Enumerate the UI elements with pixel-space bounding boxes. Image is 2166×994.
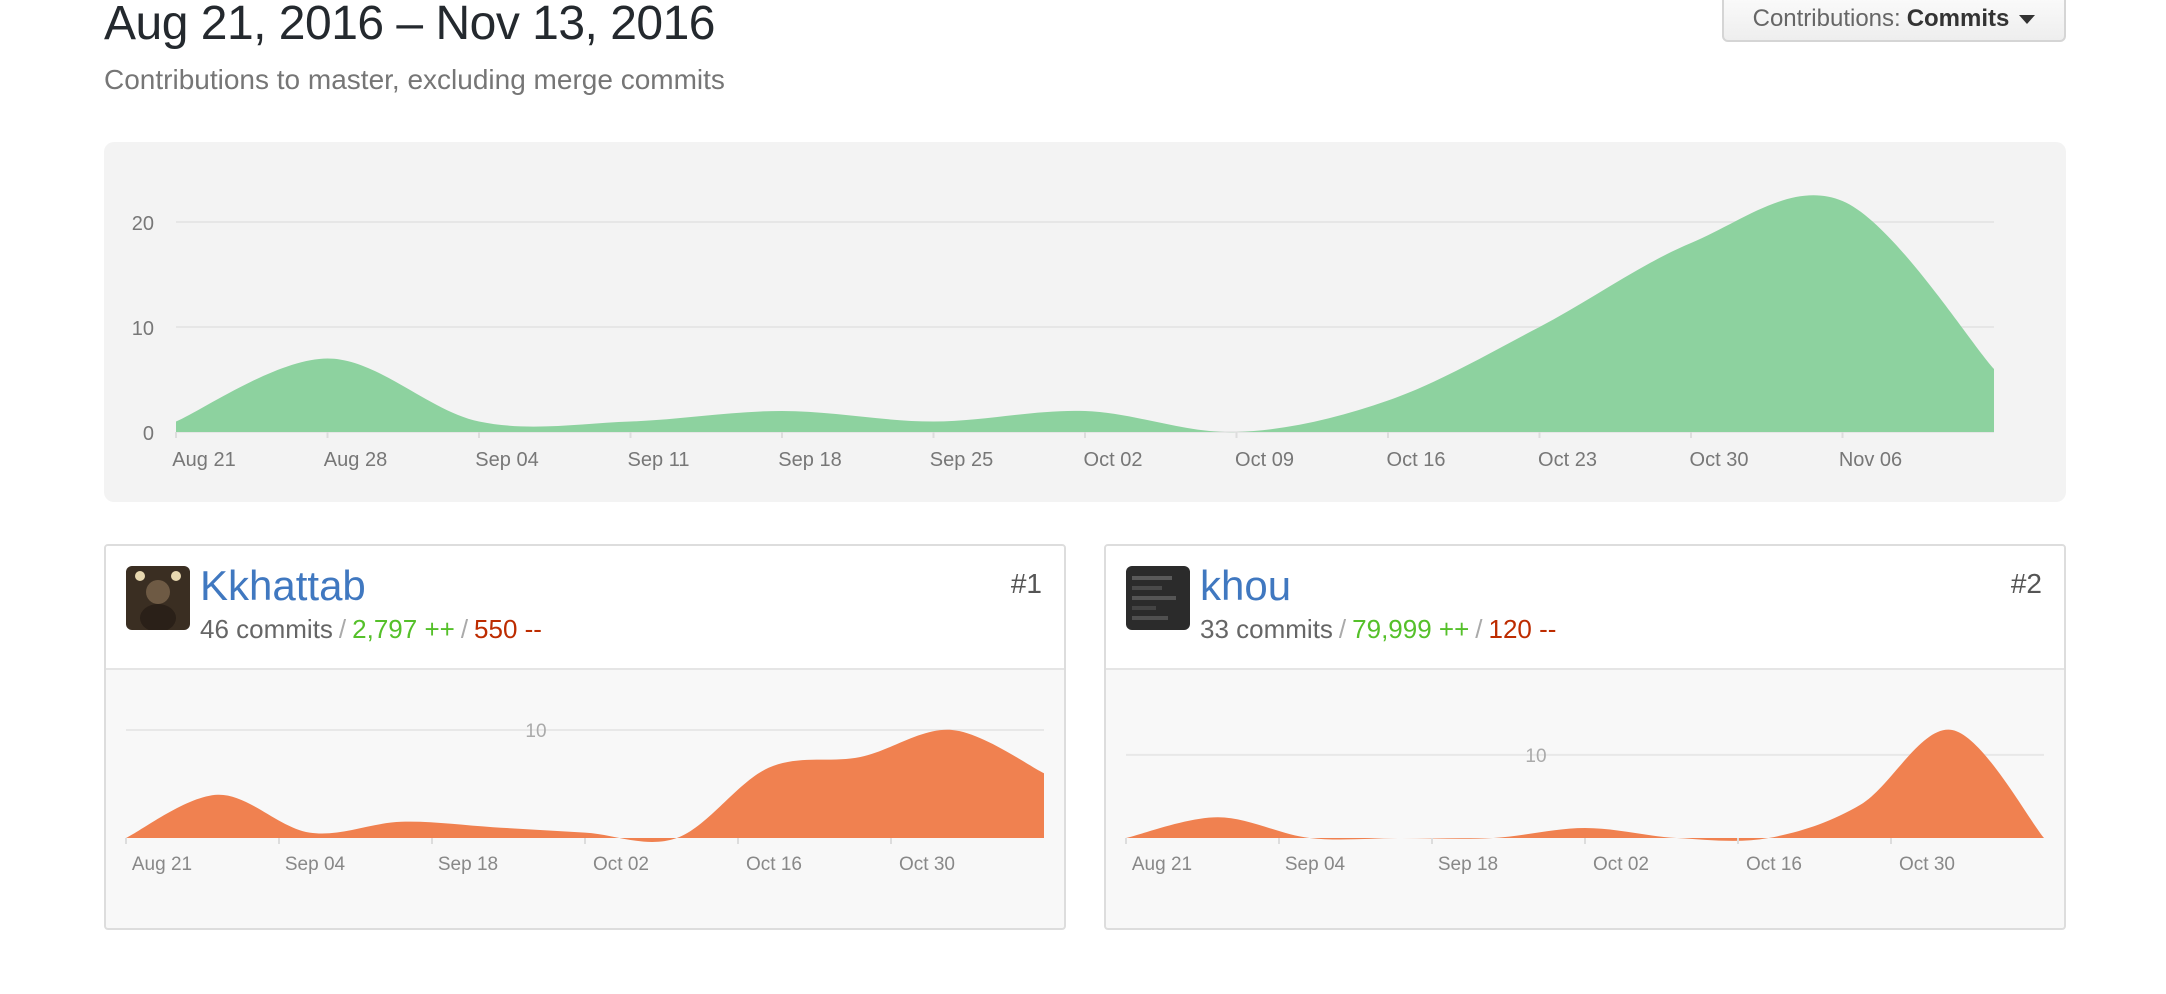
contributor-card: khou #2 33 commits/79,999 ++/120 -- 10 Au… (1104, 544, 2066, 930)
x-tick-label: Sep 18 (778, 449, 841, 471)
contributor-card-header: Kkhattab #1 46 commits/2,797 ++/550 -- (106, 546, 1064, 670)
x-tick-label: Sep 04 (475, 449, 538, 471)
contributor-graph: 10 Aug 21 Sep 04 Sep 18 Oct 02 Oct 16 Oct 30 (1106, 670, 2064, 928)
y-tick-label: 20 (132, 213, 154, 235)
x-tick-label: Aug 21 (132, 854, 192, 875)
main-contributions-graph: 0 10 20 Aug 21 Aug 28 Sep 04 Sep 11 Sep 18 Sep 2… (104, 142, 2066, 502)
x-tick-label: Oct 30 (1690, 449, 1749, 471)
y-tick-label: 0 (143, 423, 154, 445)
x-tick-label: Oct 30 (1899, 854, 1955, 875)
x-tick-label: Aug 21 (172, 449, 235, 471)
contributor-card: Kkhattab #1 46 commits/2,797 ++/550 -- 1… (104, 544, 1066, 930)
x-tick-label: Nov 06 (1839, 449, 1902, 471)
x-tick-label: Oct 30 (899, 854, 955, 875)
x-tick-label: Aug 21 (1132, 854, 1192, 875)
y-tick-label: 10 (1525, 746, 1546, 767)
commits-area (176, 195, 1994, 433)
x-tick-label: Oct 16 (746, 854, 802, 875)
x-tick-label: Oct 02 (1593, 854, 1649, 875)
contributions-value: Commits (1906, 5, 2010, 32)
x-tick-label: Oct 16 (1746, 854, 1802, 875)
x-tick-label: Sep 25 (930, 449, 993, 471)
contributor-rank: #2 (2010, 568, 2042, 599)
x-tick-label: Oct 02 (593, 854, 649, 875)
contributor-name-link[interactable]: Kkhattab (200, 562, 366, 610)
contributor-rank: #1 (1010, 568, 1042, 599)
deletions-count: 120 -- (1488, 614, 1557, 644)
x-tick-label: Sep 18 (438, 854, 498, 875)
x-tick-label: Sep 18 (1438, 854, 1498, 875)
caret-down-icon (2019, 14, 2036, 24)
commit-count: 33 commits (1200, 614, 1333, 644)
contributor-card-header: khou #2 33 commits/79,999 ++/120 -- (1106, 546, 2064, 670)
contributor-graph: 10 Aug 21 Sep 04 Sep 18 Oct 02 Oct 16 Oct 30 (106, 670, 1064, 928)
y-tick-label: 10 (525, 721, 546, 742)
main-graph-svg: 0 10 20 Aug 21 Aug 28 Sep 04 Sep 11 Sep 18 Sep 2… (132, 195, 1994, 471)
x-tick-label: Aug 28 (324, 449, 387, 471)
contributor-stats: 46 commits/2,797 ++/550 -- (200, 614, 542, 644)
contributions-dropdown-button[interactable]: Contributions: Commits (1722, 0, 2066, 42)
x-tick-label: Oct 09 (1235, 449, 1294, 471)
x-tick-label: Sep 11 (628, 449, 690, 471)
page-title: Aug 21, 2016 – Nov 13, 2016 (104, 0, 716, 50)
x-tick-label: Oct 23 (1538, 449, 1597, 471)
x-tick-label: Oct 02 (1084, 449, 1143, 471)
deletions-count: 550 -- (474, 614, 542, 644)
additions-count: 2,797 ++ (352, 614, 455, 644)
page-subtitle: Contributions to master, excluding merge… (104, 64, 725, 95)
contributions-label: Contributions: (1752, 5, 1901, 32)
x-tick-label: Oct 16 (1387, 449, 1446, 471)
contributor-name-link[interactable]: khou (1200, 562, 1291, 610)
additions-count: 79,999 ++ (1352, 614, 1470, 644)
contributor-commits-area (126, 729, 1044, 842)
contributor-stats: 33 commits/79,999 ++/120 -- (1200, 614, 1557, 644)
contributor-graph-svg: 10 Aug 21 Sep 04 Sep 18 Oct 02 Oct 16 Oct 30 (125, 721, 1044, 875)
avatar[interactable] (126, 566, 190, 630)
avatar[interactable] (1126, 566, 1190, 630)
commit-count: 46 commits (200, 614, 333, 644)
x-tick-label: Sep 04 (1285, 854, 1346, 875)
contributor-commits-area (1126, 729, 2044, 841)
y-tick-label: 10 (132, 318, 154, 340)
x-tick-label: Sep 04 (285, 854, 346, 875)
contributor-graph-svg: 10 Aug 21 Sep 04 Sep 18 Oct 02 Oct 16 Oct 30 (1125, 729, 2044, 875)
